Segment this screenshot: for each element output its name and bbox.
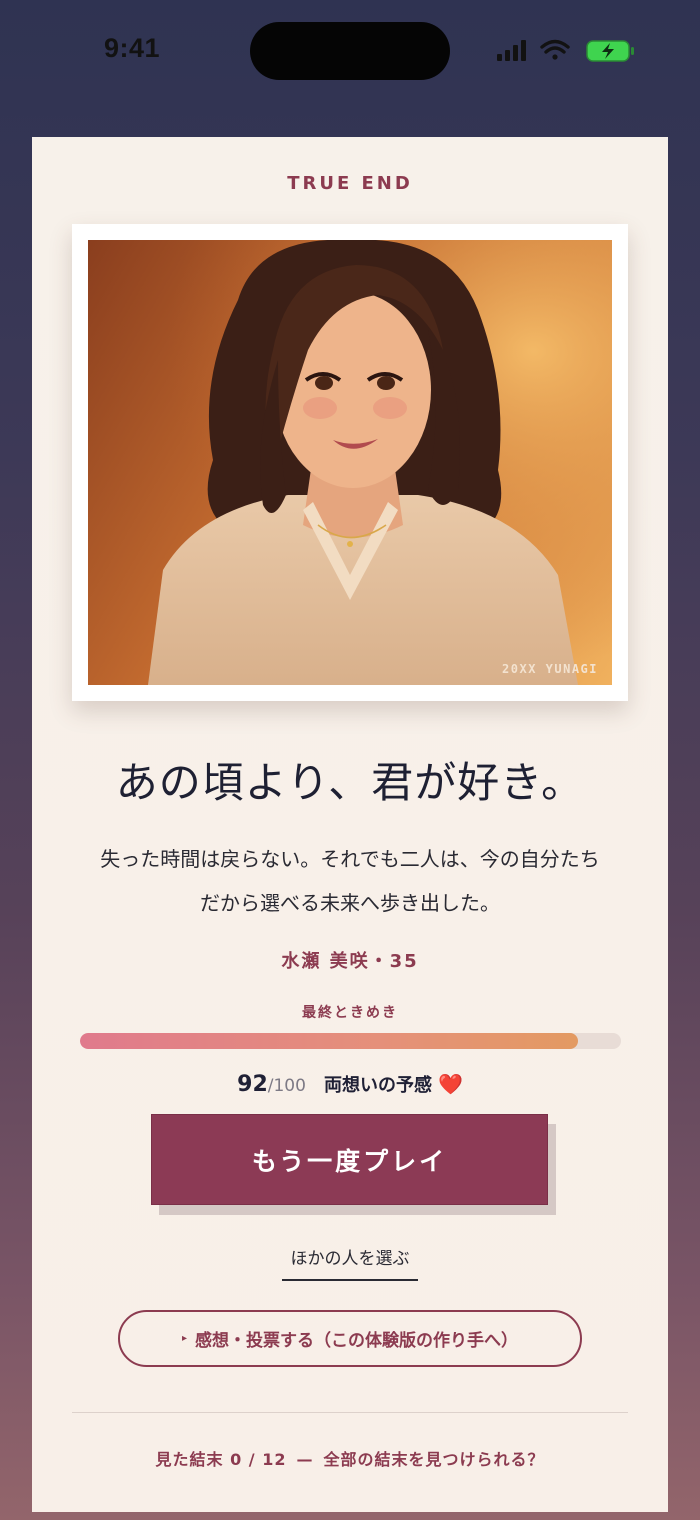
photo-frame: 20XX YUNAGI	[72, 224, 628, 701]
footer-separator: —	[296, 1450, 314, 1469]
affection-meter	[80, 1033, 621, 1049]
score-value: 92	[237, 1072, 268, 1097]
replay-button[interactable]: もう一度プレイ	[151, 1114, 548, 1205]
signal-icon	[497, 40, 526, 61]
endings-prompt: 全部の結末を見つけられる？	[323, 1450, 545, 1469]
affection-meter-fill	[80, 1033, 578, 1049]
status-time: 9:41	[104, 33, 161, 63]
endings-progress: 見た結末 0 / 12 — 全部の結末を見つけられる？	[32, 1446, 668, 1470]
heart-icon: ❤️	[437, 1072, 463, 1096]
battery-charging-icon	[586, 40, 634, 62]
affection-meter-label: 最終ときめき	[302, 1005, 398, 1021]
image-credit: 20XX YUNAGI	[502, 662, 598, 676]
feedback-label: 感想・投票する（この体験版の作り手へ）	[195, 1331, 519, 1351]
verdict-text: 両想いの予感	[323, 1075, 432, 1096]
choose-other-link[interactable]: ほかの人を選ぶ	[282, 1244, 418, 1281]
ending-title: あの頃より、君が好き。	[115, 758, 585, 807]
ending-card: TRUE END 20XX YUNAGI あの頃より、君が好き。 失った時間は戻…	[32, 137, 668, 1512]
endings-seen-count: 見た結末 0 / 12	[155, 1450, 287, 1469]
score-row: 92/100 両想いの予感 ❤️	[32, 1071, 668, 1097]
play-triangle-icon: ▸	[181, 1333, 188, 1344]
divider	[72, 1412, 628, 1413]
feedback-button[interactable]: ▸ 感想・投票する（この体験版の作り手へ）	[118, 1310, 582, 1367]
ending-description: 失った時間は戻らない。それでも二人は、今の自分たち だから選べる未来へ歩き出した…	[62, 837, 638, 925]
status-icons	[494, 36, 639, 66]
ending-illustration: 20XX YUNAGI	[88, 240, 612, 685]
ending-type-label: TRUE END	[287, 173, 413, 194]
score-max: /100	[267, 1076, 306, 1096]
description-line-2: だから選べる未来へ歩き出した。	[200, 891, 500, 915]
wifi-icon	[540, 39, 570, 60]
character-name: 水瀬 美咲・35	[281, 951, 419, 972]
dynamic-island	[250, 22, 450, 80]
description-line-1: 失った時間は戻らない。それでも二人は、今の自分たち	[100, 847, 600, 871]
